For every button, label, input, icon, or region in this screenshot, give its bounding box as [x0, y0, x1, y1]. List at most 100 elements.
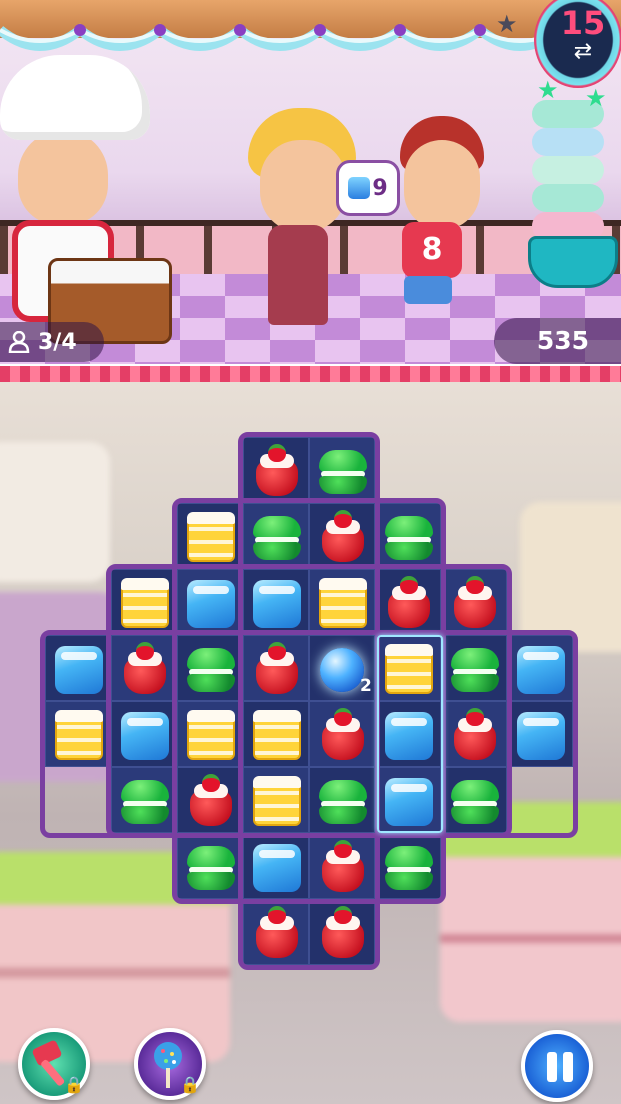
macaron-piece: [382, 510, 436, 564]
board-cell[interactable]: [111, 701, 177, 767]
macaron-bot: [187, 872, 235, 890]
cube-icing: [193, 586, 229, 594]
macaron-piece: [448, 774, 502, 828]
macaron-bot: [385, 542, 433, 560]
board-cell[interactable]: [441, 767, 507, 833]
strawberry-dessert-piece: [250, 642, 304, 696]
macaron-top: [187, 846, 235, 868]
board-cell[interactable]: [309, 701, 375, 767]
straw-berry: [268, 906, 286, 924]
cube-piece: [184, 576, 238, 630]
board-cell[interactable]: [243, 899, 309, 965]
board-cell[interactable]: [45, 635, 111, 701]
strawberry-dessert-piece: [316, 906, 370, 960]
board-cell[interactable]: [507, 635, 573, 701]
straw-berry: [334, 906, 352, 924]
straw-berry: [202, 774, 220, 792]
slice-top: [187, 710, 235, 722]
macaron-piece: [382, 840, 436, 894]
board-cell[interactable]: [243, 767, 309, 833]
slice-top: [55, 710, 103, 722]
macaron-bot: [253, 542, 301, 560]
slice-piece: [52, 708, 106, 762]
cube-icing: [259, 586, 295, 594]
board-cell[interactable]: [177, 833, 243, 899]
cube-piece: [118, 708, 172, 762]
board-cell[interactable]: [243, 635, 309, 701]
slice-piece: [250, 708, 304, 762]
board-cell[interactable]: [309, 899, 375, 965]
strawberry-dessert-piece: [448, 708, 502, 762]
cube-icing: [259, 850, 295, 858]
board-cell[interactable]: [375, 833, 441, 899]
macaron-bot: [319, 476, 367, 494]
strawberry-dessert-piece: [448, 576, 502, 630]
board-cell[interactable]: [177, 569, 243, 635]
cube-icing: [61, 652, 97, 660]
board-cell[interactable]: [375, 569, 441, 635]
macaron-bot: [385, 872, 433, 890]
board-cell[interactable]: [111, 569, 177, 635]
slice-top: [121, 578, 169, 590]
cube-icing: [127, 718, 163, 726]
board-cell[interactable]: [309, 767, 375, 833]
strawberry-dessert-piece: [316, 510, 370, 564]
board-cell[interactable]: [309, 437, 375, 503]
macaron-piece: [118, 774, 172, 828]
strawberry-dessert-piece: [184, 774, 238, 828]
board-cell[interactable]: [507, 701, 573, 767]
cube-icing: [523, 718, 559, 726]
macaron-top: [385, 846, 433, 868]
board-cell[interactable]: [111, 635, 177, 701]
board-cell[interactable]: [243, 569, 309, 635]
macaron-bot: [451, 674, 499, 692]
board-cell[interactable]: [375, 503, 441, 569]
lock-icon: 🔒: [64, 1075, 84, 1094]
macaron-top: [319, 780, 367, 802]
board-cell[interactable]: 2: [309, 635, 375, 701]
board-cell[interactable]: [441, 701, 507, 767]
straw-berry: [268, 444, 286, 462]
board-cell[interactable]: [309, 833, 375, 899]
cube-piece: [514, 708, 568, 762]
strawberry-dessert-piece: [250, 906, 304, 960]
pause-button[interactable]: [521, 1030, 593, 1102]
board-cell[interactable]: [177, 767, 243, 833]
slice-piece: [184, 708, 238, 762]
straw-berry: [334, 840, 352, 858]
straw-berry: [400, 576, 418, 594]
macaron-top: [187, 648, 235, 670]
board-cell[interactable]: [177, 635, 243, 701]
board-cell[interactable]: [441, 635, 507, 701]
board-cell[interactable]: [243, 833, 309, 899]
game-board: 2: [0, 0, 621, 1104]
macaron-top: [451, 780, 499, 802]
straw-berry: [466, 576, 484, 594]
board-cell[interactable]: [243, 503, 309, 569]
lock-icon: 🔒: [180, 1075, 200, 1094]
board-cell[interactable]: [441, 569, 507, 635]
macaron-bot: [319, 806, 367, 824]
slice-top: [187, 512, 235, 524]
macaron-bot: [187, 674, 235, 692]
board-cell[interactable]: [45, 701, 111, 767]
slice-piece: [118, 576, 172, 630]
board-cell[interactable]: [177, 503, 243, 569]
board-cell[interactable]: [177, 701, 243, 767]
board-cell[interactable]: [243, 437, 309, 503]
macaron-top: [121, 780, 169, 802]
slice-top: [253, 776, 301, 788]
board-cell[interactable]: [111, 767, 177, 833]
cube-piece: [52, 642, 106, 696]
cakepop-booster-button[interactable]: 🔒: [134, 1028, 206, 1100]
strawberry-dessert-piece: [316, 708, 370, 762]
slice-top: [253, 710, 301, 722]
hammer-booster-button[interactable]: 🔒: [18, 1028, 90, 1100]
macaron-bot: [121, 806, 169, 824]
board-cell[interactable]: [243, 701, 309, 767]
board-cell[interactable]: [309, 503, 375, 569]
cube-piece: [514, 642, 568, 696]
cube-piece: [250, 840, 304, 894]
macaron-bot: [451, 806, 499, 824]
board-cell[interactable]: [309, 569, 375, 635]
